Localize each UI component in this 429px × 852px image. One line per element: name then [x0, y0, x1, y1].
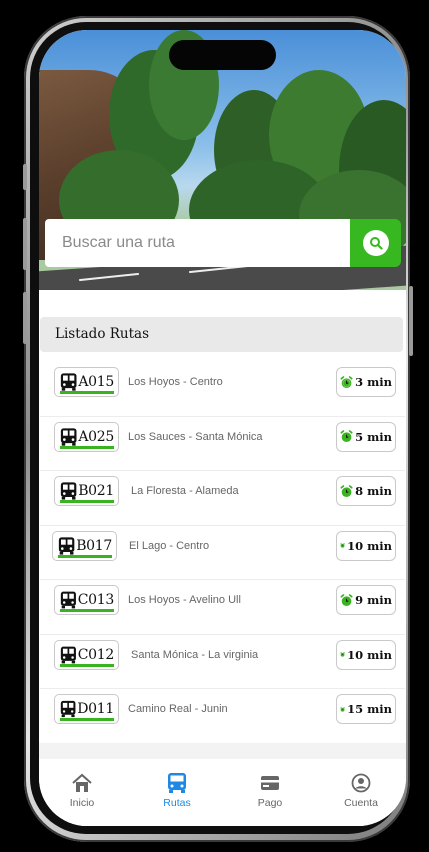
- time-text: 10 min: [347, 538, 392, 553]
- app-screen: Listado Rutas A015 Los Hoyos - Centro 3 …: [39, 30, 406, 826]
- route-row[interactable]: B021 La Floresta - Alameda 8 min: [40, 471, 405, 526]
- time-text: 9 min: [355, 593, 392, 607]
- alarm-clock-icon: [340, 484, 353, 497]
- route-description: Los Sauces - Santa Mónica: [128, 430, 263, 443]
- alarm-clock-icon: [340, 593, 353, 606]
- nav-item-rutas[interactable]: Rutas: [147, 772, 207, 809]
- route-row[interactable]: A025 Los Sauces - Santa Mónica 5 min: [40, 417, 405, 471]
- account-icon: [351, 773, 371, 793]
- nav-item-pago[interactable]: Pago: [240, 772, 300, 809]
- time-text: 5 min: [355, 429, 392, 444]
- alarm-clock-icon: [340, 543, 345, 548]
- route-row[interactable]: C012 Santa Mónica - La virginia 10 min: [40, 635, 405, 689]
- bus-icon: [60, 482, 77, 500]
- route-description: Los Hoyos - Avelino Ull: [128, 594, 241, 606]
- route-list: A015 Los Hoyos - Centro 3 min A025 Los S…: [40, 362, 405, 744]
- route-code-badge: B017: [52, 530, 117, 561]
- route-description: Los Hoyos - Centro: [128, 376, 223, 388]
- time-text: 15 min: [347, 702, 392, 716]
- dynamic-island: [169, 40, 276, 70]
- time-badge: 10 min: [336, 530, 396, 561]
- route-code: C013: [77, 592, 115, 608]
- nav-label: Inicio: [69, 797, 95, 809]
- route-code-badge: B021: [54, 476, 119, 506]
- alarm-clock-icon: [340, 706, 345, 712]
- route-code: A015: [78, 374, 114, 390]
- route-code-badge: A025: [54, 421, 119, 452]
- route-description: La Floresta - Alameda: [131, 485, 239, 497]
- list-title: Listado Rutas: [55, 326, 150, 342]
- time-badge: 8 min: [336, 476, 396, 506]
- route-description: El Lago - Centro: [129, 539, 210, 552]
- alarm-clock-icon: [340, 375, 353, 388]
- route-description: Santa Mónica - La virginia: [131, 648, 259, 661]
- route-code-badge: A015: [54, 367, 119, 397]
- nav-item-cuenta[interactable]: Cuenta: [331, 772, 391, 809]
- route-code: C012: [77, 646, 115, 663]
- search-button[interactable]: [350, 219, 401, 267]
- search-icon: [362, 230, 389, 256]
- home-icon: [72, 773, 92, 792]
- bus-icon: [60, 700, 76, 718]
- nav-label: Cuenta: [344, 797, 378, 809]
- time-text: 8 min: [355, 484, 392, 498]
- list-footer-band: [39, 743, 406, 759]
- bus-icon: [60, 591, 76, 609]
- time-badge: 5 min: [336, 421, 396, 452]
- phone-volume-down: [23, 292, 27, 344]
- route-code: D011: [77, 701, 114, 717]
- card-icon: [261, 776, 279, 790]
- bus-icon: [60, 646, 76, 663]
- time-text: 3 min: [355, 375, 392, 389]
- search-field: [45, 219, 350, 267]
- phone-power-button: [409, 286, 413, 356]
- bus-icon: [58, 536, 75, 555]
- phone-volume-up: [23, 218, 27, 270]
- route-code: B021: [78, 483, 114, 499]
- route-row[interactable]: B017 El Lago - Centro 10 min: [40, 526, 405, 580]
- route-code-badge: C013: [54, 585, 119, 615]
- route-row[interactable]: A015 Los Hoyos - Centro 3 min: [40, 362, 405, 417]
- search-input[interactable]: [45, 219, 332, 267]
- time-badge: 9 min: [336, 585, 396, 615]
- route-code: A025: [78, 428, 114, 445]
- route-code-badge: C012: [54, 639, 119, 670]
- time-badge: 3 min: [336, 367, 396, 397]
- route-description: Camino Real - Junin: [128, 703, 228, 715]
- nav-label: Rutas: [163, 797, 191, 809]
- nav-item-inicio[interactable]: Inicio: [52, 772, 112, 809]
- time-text: 10 min: [347, 647, 392, 662]
- bus-icon: [168, 773, 186, 793]
- nav-label: Pago: [257, 797, 283, 809]
- route-row[interactable]: C013 Los Hoyos - Avelino Ull 9 min: [40, 580, 405, 635]
- route-row[interactable]: D011 Camino Real - Junin 15 min: [40, 689, 405, 744]
- route-code-badge: D011: [54, 694, 119, 724]
- alarm-clock-icon: [340, 652, 345, 657]
- alarm-clock-icon: [340, 430, 353, 443]
- time-badge: 15 min: [336, 694, 396, 724]
- bus-icon: [60, 427, 77, 446]
- bus-icon: [60, 373, 77, 391]
- phone-silent-switch: [23, 164, 27, 190]
- route-code: B017: [76, 537, 112, 554]
- bottom-nav: Inicio Rutas Pago Cuenta: [39, 759, 406, 826]
- list-header: Listado Rutas: [40, 317, 403, 352]
- time-badge: 10 min: [336, 639, 396, 670]
